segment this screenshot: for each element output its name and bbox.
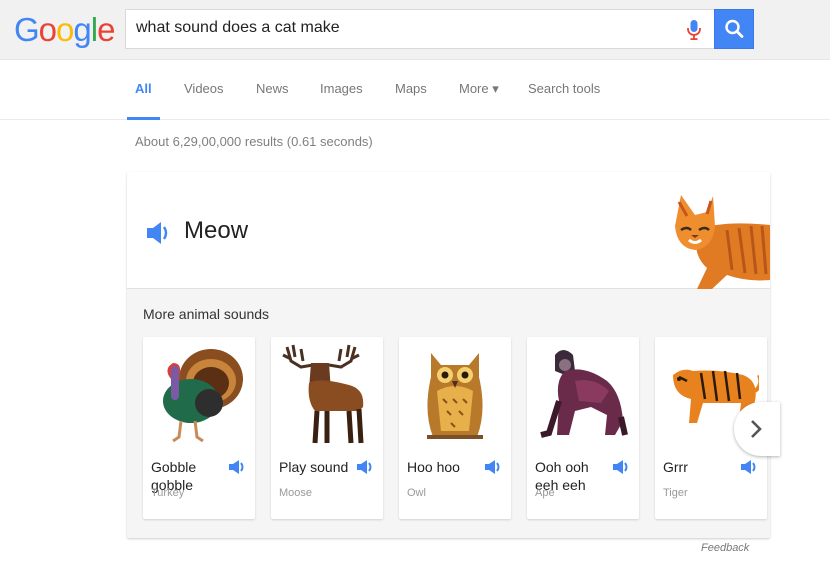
ape-image: [540, 350, 628, 438]
google-logo[interactable]: Google: [14, 11, 115, 49]
animal-card-ape[interactable]: Ooh ooh eeh eeh Ape: [527, 337, 639, 519]
carousel-next-button[interactable]: [734, 402, 780, 456]
tab-videos[interactable]: Videos: [184, 81, 224, 96]
animal-species: Turkey: [151, 487, 185, 499]
tab-news[interactable]: News: [256, 81, 289, 96]
tab-search-tools[interactable]: Search tools: [528, 81, 600, 96]
speaker-icon[interactable]: [740, 458, 760, 476]
top-bar: Google what sound does a cat make: [0, 0, 830, 60]
logo-letter: g: [73, 11, 91, 48]
animal-sound-name: Hoo hoo: [407, 459, 460, 475]
animal-sound-name: Play sound: [279, 459, 349, 475]
animal-card-turkey[interactable]: Gobble gobble Turkey: [143, 337, 255, 519]
owl-image: [427, 353, 483, 439]
section-title: More animal sounds: [143, 306, 270, 322]
speaker-icon[interactable]: [612, 458, 632, 476]
search-icon: [725, 19, 744, 38]
logo-letter: G: [14, 11, 40, 48]
speaker-icon[interactable]: [145, 220, 173, 246]
feedback-link[interactable]: Feedback: [701, 542, 749, 554]
tab-all[interactable]: All: [135, 81, 152, 96]
tab-maps[interactable]: Maps: [395, 81, 427, 96]
speaker-icon[interactable]: [228, 458, 248, 476]
search-query: what sound does a cat make: [136, 19, 340, 36]
animal-card-moose[interactable]: Play sound Moose: [271, 337, 383, 519]
search-tabs: All Videos News Images Maps More ▾ Searc…: [0, 60, 830, 120]
active-tab-indicator: [127, 117, 160, 120]
tab-more[interactable]: More ▾: [459, 81, 499, 97]
search-input[interactable]: what sound does a cat make: [125, 9, 715, 49]
speaker-icon[interactable]: [356, 458, 376, 476]
chevron-right-icon: [751, 420, 762, 438]
turkey-image: [163, 349, 243, 443]
animal-species: Owl: [407, 487, 426, 499]
animal-sound-name: Grrr: [663, 459, 688, 475]
logo-letter: o: [38, 11, 57, 48]
animal-species: Tiger: [663, 487, 688, 499]
logo-letter: o: [56, 11, 74, 48]
animal-card-owl[interactable]: Hoo hoo Owl: [399, 337, 511, 519]
more-animal-sounds-section: More animal sounds Gobble gobble Turkey: [127, 289, 770, 538]
sound-label[interactable]: Meow: [184, 217, 248, 245]
animal-sound-card: Meow More animal sounds Gobble gobble Tu…: [127, 172, 770, 538]
microphone-icon[interactable]: [686, 19, 702, 41]
tab-images[interactable]: Images: [320, 81, 363, 96]
animal-species: Moose: [279, 487, 313, 499]
moose-image: [282, 344, 364, 444]
result-stats: About 6,29,00,000 results (0.61 seconds): [135, 134, 373, 149]
search-button[interactable]: [714, 9, 754, 49]
speaker-icon[interactable]: [484, 458, 504, 476]
logo-letter: e: [97, 11, 115, 48]
animal-species: Ape: [535, 487, 555, 499]
card-header: Meow: [127, 172, 770, 289]
cat-image: [675, 195, 770, 289]
